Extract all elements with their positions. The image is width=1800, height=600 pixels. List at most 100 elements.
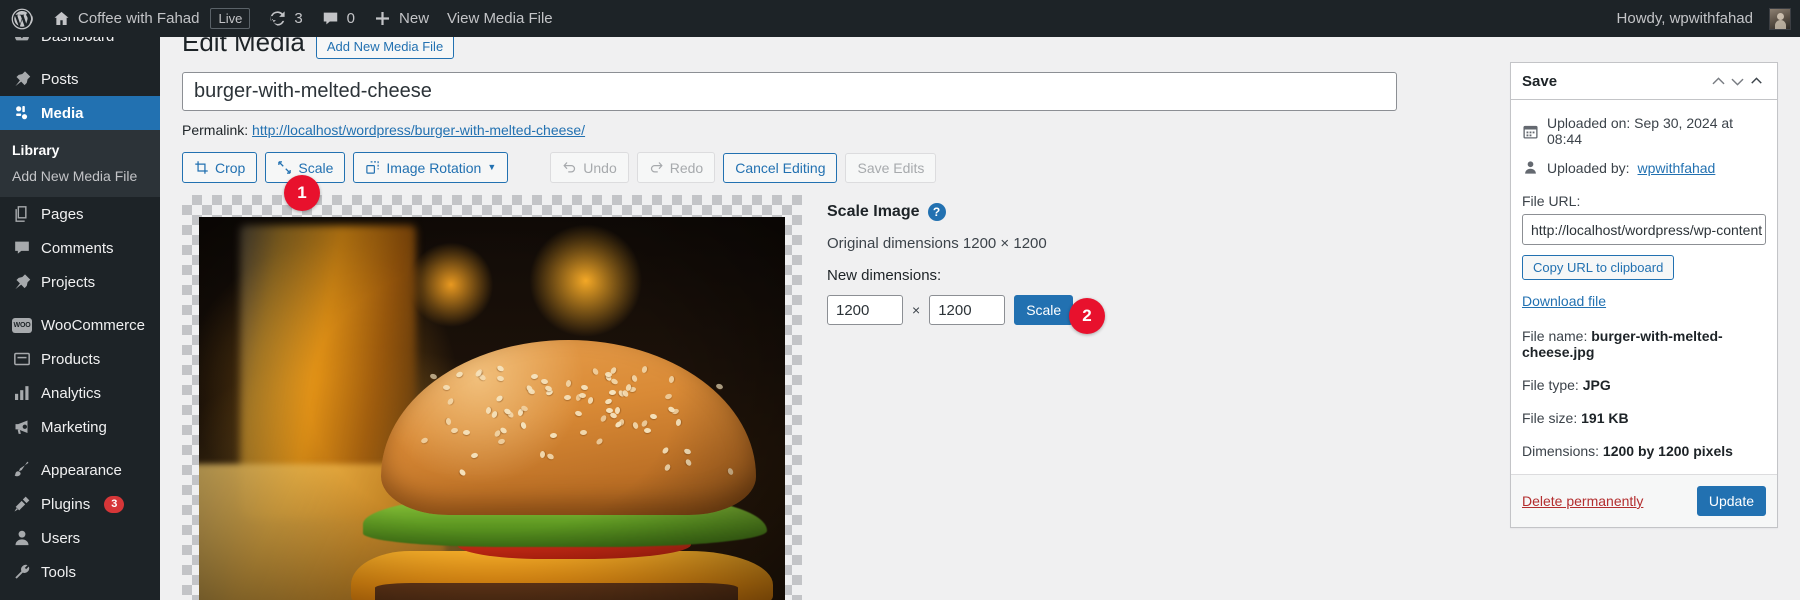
sidebar-item-library[interactable]: Library (0, 137, 160, 163)
scale-width-value: 1200 (836, 302, 869, 319)
sidebar-item-label: Media (41, 105, 84, 122)
crop-button[interactable]: Crop (182, 152, 257, 183)
view-media-file-link[interactable]: View Media File (438, 0, 562, 37)
media-title-value: burger-with-melted-cheese (194, 80, 432, 103)
sidebar-item-comments[interactable]: Comments (0, 231, 160, 265)
download-file-link[interactable]: Download file (1522, 293, 1606, 309)
uploaded-by-user-link[interactable]: wpwithfahad (1638, 160, 1716, 176)
file-url-label: File URL: (1522, 193, 1766, 209)
sidebar-item-products[interactable]: Products (0, 342, 160, 376)
user-icon (12, 528, 32, 548)
detail-file-size-value: 191 KB (1581, 410, 1628, 426)
comments-count: 0 (347, 10, 355, 27)
pages-icon (12, 204, 32, 224)
undo-label: Undo (583, 161, 616, 175)
save-metabox: Save Uploaded on: Sep 30, 2024 at 08:44 (1510, 62, 1778, 528)
file-url-value: http://localhost/wordpress/wp-content (1531, 222, 1762, 238)
wordpress-logo-button[interactable] (0, 0, 43, 37)
chevron-down-icon: ▼ (487, 163, 496, 172)
media-submenu: Library Add New Media File (0, 130, 160, 197)
sidebar-item-label: WooCommerce (41, 317, 145, 334)
scale-height-input[interactable]: 1200 (929, 295, 1005, 325)
menu-separator (0, 53, 160, 62)
image-rotation-dropdown[interactable]: Image Rotation ▼ (353, 152, 508, 183)
pin-icon (12, 69, 32, 89)
chevron-down-icon[interactable] (1728, 72, 1747, 91)
update-button[interactable]: Update (1697, 486, 1766, 516)
sidebar-item-label: Analytics (41, 385, 101, 402)
sidebar-item-label: Comments (41, 240, 114, 257)
sidebar-item-dashboard[interactable]: Dashboard (0, 37, 160, 53)
sidebar-item-label: Pages (41, 206, 84, 223)
scale-submit-button[interactable]: Scale (1014, 295, 1073, 325)
sidebar-item-users[interactable]: Users (0, 521, 160, 555)
products-icon (12, 349, 32, 369)
uploaded-by-label: Uploaded by: (1547, 160, 1630, 176)
sidebar-item-marketing[interactable]: Marketing (0, 410, 160, 444)
undo-button[interactable]: Undo (550, 152, 628, 183)
sidebar-item-appearance[interactable]: Appearance (0, 453, 160, 487)
chevron-up-icon[interactable] (1709, 72, 1728, 91)
caret-up-icon[interactable] (1747, 72, 1766, 91)
copy-url-to-clipboard-button[interactable]: Copy URL to clipboard (1522, 255, 1674, 280)
comments-icon (12, 238, 32, 258)
live-status-badge[interactable]: Live (208, 0, 259, 37)
redo-button[interactable]: Redo (637, 152, 715, 183)
new-dimensions-label: New dimensions: (827, 267, 1257, 284)
sidebar-item-label: Plugins (41, 496, 90, 513)
detail-file-type-label: File type: (1522, 377, 1579, 393)
sidebar-item-label: Marketing (41, 419, 107, 436)
cancel-editing-button[interactable]: Cancel Editing (723, 153, 837, 183)
sidebar-item-label: Posts (41, 71, 79, 88)
sidebar-item-label: Appearance (41, 462, 122, 479)
file-url-input[interactable]: http://localhost/wordpress/wp-content (1522, 214, 1766, 245)
help-question-icon[interactable]: ? (928, 203, 946, 221)
uploaded-on-text: Uploaded on: Sep 30, 2024 at 08:44 (1547, 115, 1766, 147)
new-label: New (399, 10, 429, 27)
save-metabox-footer: Delete permanently Update (1511, 474, 1777, 527)
sidebar-item-media[interactable]: Media (0, 96, 160, 130)
scale-image-heading: Scale Image ? (827, 203, 1257, 221)
comments-menu[interactable]: 0 (312, 0, 364, 37)
sidebar-item-label: Projects (41, 274, 95, 291)
new-content-menu[interactable]: New (364, 0, 438, 37)
account-menu[interactable]: Howdy, wpwithfahad (1608, 0, 1800, 37)
sidebar-item-woocommerce[interactable]: WOO WooCommerce (0, 308, 160, 342)
crop-label: Crop (215, 161, 245, 175)
pin-icon (12, 272, 32, 292)
rotate-icon (365, 160, 380, 175)
undo-arrow-icon (562, 160, 577, 175)
media-title-input[interactable]: burger-with-melted-cheese (182, 72, 1397, 111)
sidebar-item-plugins[interactable]: Plugins 3 (0, 487, 160, 521)
sidebar-item-analytics[interactable]: Analytics (0, 376, 160, 410)
media-icon (12, 103, 32, 123)
sidebar-item-tools[interactable]: Tools (0, 555, 160, 589)
redo-label: Redo (670, 161, 703, 175)
image-edit-canvas[interactable] (182, 195, 802, 600)
new-dimensions-row: 1200 × 1200 Scale (827, 295, 1257, 325)
save-edits-button[interactable]: Save Edits (845, 153, 936, 183)
delete-permanently-link[interactable]: Delete permanently (1522, 493, 1643, 509)
uploaded-by-row: Uploaded by: wpwithfahad (1522, 153, 1766, 182)
menu-separator (0, 444, 160, 453)
main-content: Edit Media Add New Media File burger-wit… (160, 37, 1800, 600)
sidebar-item-posts[interactable]: Posts (0, 62, 160, 96)
add-new-media-file-button[interactable]: Add New Media File (316, 37, 454, 59)
permalink-link[interactable]: http://localhost/wordpress/burger-with-m… (252, 122, 585, 138)
dimension-multiply-symbol: × (912, 302, 920, 318)
plus-icon (373, 9, 392, 28)
scale-width-input[interactable]: 1200 (827, 295, 903, 325)
sidebar-item-pages[interactable]: Pages (0, 197, 160, 231)
detail-dimensions-label: Dimensions: (1522, 443, 1599, 459)
menu-separator (0, 299, 160, 308)
sidebar-item-add-new-media[interactable]: Add New Media File (0, 163, 160, 189)
detail-file-size: File size: 191 KB (1522, 410, 1766, 426)
site-name-menu[interactable]: Coffee with Fahad (43, 0, 208, 37)
sidebar-item-projects[interactable]: Projects (0, 265, 160, 299)
media-image-preview[interactable] (199, 217, 785, 600)
admin-sidebar-menu: Dashboard Posts Media Library Add New Me… (0, 37, 160, 600)
updates-menu[interactable]: 3 (259, 0, 311, 37)
updates-count: 3 (294, 10, 302, 27)
uploaded-on-row: Uploaded on: Sep 30, 2024 at 08:44 (1522, 109, 1766, 153)
user-icon (1522, 159, 1539, 176)
